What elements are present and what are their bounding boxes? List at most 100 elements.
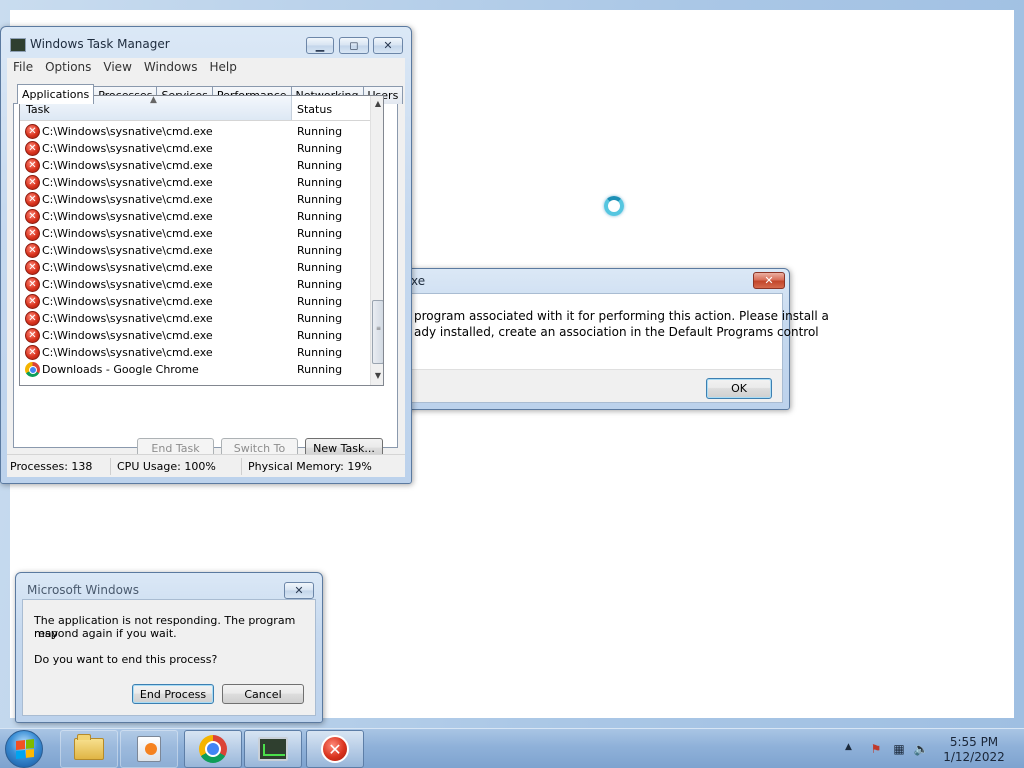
task-status: Running [297, 346, 343, 359]
task-name: Downloads - Google Chrome [42, 363, 199, 376]
menu-help[interactable]: Help [203, 60, 242, 74]
column-status-label: Status [297, 103, 333, 116]
menu-options[interactable]: Options [39, 60, 97, 74]
cpu-usage: CPU Usage: 100% [117, 460, 216, 473]
task-status: Running [297, 329, 343, 342]
folder-icon [74, 734, 104, 760]
table-row[interactable]: Downloads - Google Chrome Running [20, 361, 370, 378]
taskbar-error-app[interactable]: ✕ [306, 730, 364, 768]
minimize-button[interactable]: ▁ [306, 37, 334, 54]
table-row[interactable]: ✕ C:\Windows\sysnative\cmd.exe Running [20, 225, 370, 242]
cancel-button[interactable]: Cancel [222, 684, 304, 704]
table-row[interactable]: ✕ C:\Windows\sysnative\cmd.exe Running [20, 123, 370, 140]
task-status: Running [297, 125, 343, 138]
table-row[interactable]: ✕ C:\Windows\sysnative\cmd.exe Running [20, 242, 370, 259]
menu-view[interactable]: View [97, 60, 137, 74]
taskbar: ✕ ▲ ⚑ ▦ 🔈 5:55 PM 1/12/2022 [0, 728, 1024, 768]
close-icon: ✕ [294, 584, 304, 597]
task-status: Running [297, 176, 343, 189]
task-status: Running [297, 227, 343, 240]
busy-cursor-icon [604, 196, 624, 216]
not-responding-message-line2: respond again if you wait. [34, 627, 177, 640]
task-name: C:\Windows\sysnative\cmd.exe [42, 210, 213, 223]
not-responding-title: Microsoft Windows [27, 583, 139, 597]
vertical-scrollbar[interactable]: ▲ ≡ ▼ [370, 96, 383, 385]
grip-icon: ≡ [376, 325, 382, 332]
not-responding-close-button[interactable]: ✕ [284, 582, 314, 599]
windows-logo-icon [16, 739, 34, 759]
taskbar-media-player[interactable] [120, 730, 178, 768]
scroll-up-icon[interactable]: ▲ [371, 96, 383, 112]
task-status: Running [297, 312, 343, 325]
error-icon: ✕ [25, 124, 40, 139]
close-icon: ✕ [764, 274, 774, 287]
error-icon: ✕ [25, 175, 40, 190]
action-center-icon[interactable]: ⚑ [868, 741, 884, 757]
taskbar-explorer[interactable] [60, 730, 118, 768]
error-icon: ✕ [25, 311, 40, 326]
table-row[interactable]: ✕ C:\Windows\sysnative\cmd.exe Running [20, 208, 370, 225]
scroll-thumb[interactable]: ≡ [372, 300, 383, 364]
maximize-button[interactable]: ◻ [339, 37, 369, 54]
ok-button[interactable]: OK [706, 378, 772, 399]
task-name: C:\Windows\sysnative\cmd.exe [42, 329, 213, 342]
task-name: C:\Windows\sysnative\cmd.exe [42, 244, 213, 257]
chrome-icon [25, 362, 40, 377]
task-status: Running [297, 210, 343, 223]
error-message-line1: program associated with it for performin… [414, 309, 829, 323]
error-dialog-footer: OK [408, 369, 782, 402]
clock-date: 1/12/2022 [943, 750, 1005, 764]
task-name: C:\Windows\sysnative\cmd.exe [42, 278, 213, 291]
error-icon: ✕ [25, 345, 40, 360]
table-row[interactable]: ✕ C:\Windows\sysnative\cmd.exe Running [20, 344, 370, 361]
task-rows: ✕ C:\Windows\sysnative\cmd.exe Running ✕ C:\… [20, 123, 370, 378]
error-icon: ✕ [25, 277, 40, 292]
error-icon: ✕ [25, 260, 40, 275]
menu-windows[interactable]: Windows [138, 60, 204, 74]
table-row[interactable]: ✕ C:\Windows\sysnative\cmd.exe Running [20, 191, 370, 208]
taskbar-task-manager[interactable] [244, 730, 302, 768]
error-icon: ✕ [25, 328, 40, 343]
start-button[interactable] [5, 730, 43, 768]
error-icon: ✕ [25, 141, 40, 156]
task-status: Running [297, 278, 343, 291]
task-status: Running [297, 261, 343, 274]
task-name: C:\Windows\sysnative\cmd.exe [42, 295, 213, 308]
table-row[interactable]: ✕ C:\Windows\sysnative\cmd.exe Running [20, 310, 370, 327]
table-row[interactable]: ✕ C:\Windows\sysnative\cmd.exe Running [20, 259, 370, 276]
system-clock[interactable]: 5:55 PM 1/12/2022 [938, 735, 1010, 765]
task-manager-window: Windows Task Manager ▁ ◻ ✕ File Options … [0, 26, 412, 484]
task-status: Running [297, 295, 343, 308]
network-icon[interactable]: ▦ [891, 741, 907, 757]
volume-icon[interactable]: 🔈 [913, 741, 929, 757]
taskbar-chrome[interactable] [184, 730, 242, 768]
error-dialog-body: program associated with it for performin… [407, 293, 829, 403]
close-button[interactable]: ✕ [373, 37, 403, 54]
table-row[interactable]: ✕ C:\Windows\sysnative\cmd.exe Running [20, 174, 370, 191]
task-status: Running [297, 193, 343, 206]
table-row[interactable]: ✕ C:\Windows\sysnative\cmd.exe Running [20, 293, 370, 310]
menu-file[interactable]: File [7, 60, 39, 74]
column-header-status[interactable]: Status [293, 96, 370, 120]
physical-memory: Physical Memory: 19% [248, 460, 372, 473]
scroll-down-icon[interactable]: ▼ [371, 368, 383, 384]
not-responding-question: Do you want to end this process? [34, 653, 218, 666]
error-icon: ✕ [25, 243, 40, 258]
table-row[interactable]: ✕ C:\Windows\sysnative\cmd.exe Running [20, 276, 370, 293]
not-responding-dialog: Microsoft Windows ✕ The application is n… [15, 572, 323, 723]
task-list[interactable]: ▲ Task Status ✕ C:\Windows\sysnative\cmd.… [19, 95, 384, 386]
table-row[interactable]: ✕ C:\Windows\sysnative\cmd.exe Running [20, 327, 370, 344]
table-row[interactable]: ✕ C:\Windows\sysnative\cmd.exe Running [20, 140, 370, 157]
end-process-button[interactable]: End Process [132, 684, 214, 704]
error-icon: ✕ [25, 226, 40, 241]
show-hidden-icons[interactable]: ▲ [845, 742, 852, 752]
error-dialog-title: xe [411, 274, 426, 288]
tab-applications[interactable]: Applications [17, 84, 95, 104]
close-icon: ✕ [383, 39, 393, 52]
task-name: C:\Windows\sysnative\cmd.exe [42, 261, 213, 274]
table-row[interactable]: ✕ C:\Windows\sysnative\cmd.exe Running [20, 157, 370, 174]
chrome-icon [199, 735, 227, 763]
error-dialog-close-button[interactable]: ✕ [753, 272, 785, 289]
task-name: C:\Windows\sysnative\cmd.exe [42, 159, 213, 172]
processes-count: Processes: 138 [10, 460, 93, 473]
